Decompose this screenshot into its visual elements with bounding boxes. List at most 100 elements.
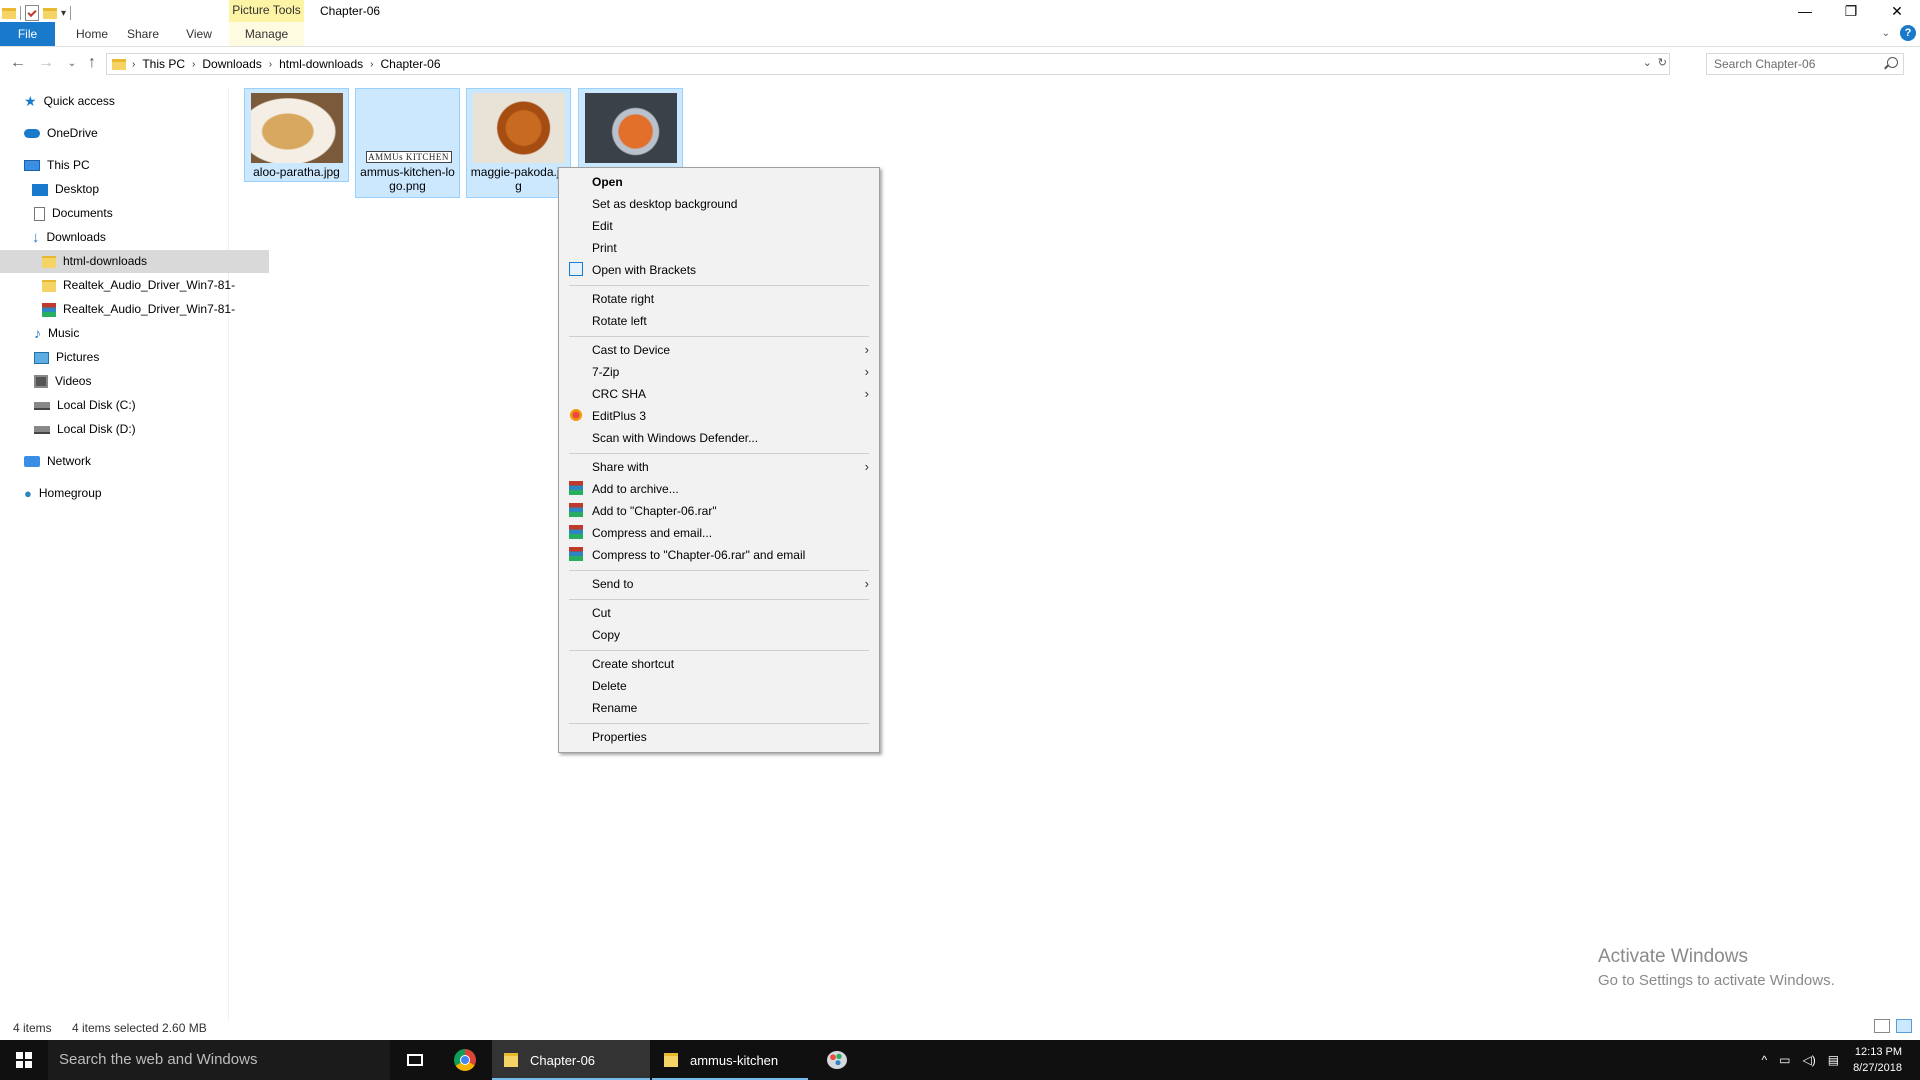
show-hidden-icons-chevron-icon[interactable]: ^	[1762, 1053, 1768, 1067]
breadcrumb-separator: ›	[192, 58, 196, 70]
menu-item-share-with[interactable]: Share with	[592, 456, 649, 478]
thumbnail-image: AMMUs KITCHEN	[361, 93, 454, 163]
menu-item-send-to[interactable]: Send to	[592, 573, 633, 595]
taskbar-search-input[interactable]: Search the web and Windows	[48, 1040, 390, 1080]
sidebar-item-local-disk-c[interactable]: Local Disk (C:)	[0, 394, 261, 417]
help-icon[interactable]: ?	[1900, 25, 1916, 41]
view-switcher	[1874, 1019, 1912, 1033]
menu-item-compress-rar-and-email[interactable]: Compress to "Chapter-06.rar" and email	[592, 544, 805, 566]
menu-item-open-with-brackets[interactable]: Open with Brackets	[592, 259, 696, 281]
menu-item-add-to-archive[interactable]: Add to archive...	[592, 478, 679, 500]
submenu-chevron-icon: ›	[864, 342, 869, 357]
close-button[interactable]: ✕	[1874, 0, 1920, 22]
expand-ribbon-chevron-icon[interactable]: ⌄	[1882, 28, 1890, 39]
tab-home[interactable]: Home	[66, 22, 118, 46]
tab-view[interactable]: View	[174, 22, 224, 46]
folder-icon	[2, 7, 16, 19]
up-arrow-icon[interactable]: ↑	[82, 54, 102, 72]
volume-icon[interactable]: ◁)	[1802, 1053, 1815, 1067]
file-item[interactable]: maggie-pakoda.jpg	[466, 88, 571, 198]
file-item[interactable]: aloo-paratha.jpg	[244, 88, 349, 182]
new-folder-icon[interactable]	[43, 7, 57, 19]
tab-file[interactable]: File	[0, 22, 55, 46]
menu-item-set-desktop-background[interactable]: Set as desktop background	[592, 193, 737, 215]
search-input[interactable]: Search Chapter-06	[1706, 53, 1904, 75]
task-view-button[interactable]	[400, 1040, 430, 1080]
taskbar-window-ammus-kitchen[interactable]: ammus-kitchen	[652, 1040, 808, 1080]
navigation-pane: ★ Quick access OneDrive This PC Desktop D…	[0, 88, 269, 1020]
taskbar-window-chapter-06[interactable]: Chapter-06	[492, 1040, 650, 1080]
tab-manage[interactable]: Manage	[229, 22, 304, 46]
menu-item-delete[interactable]: Delete	[592, 675, 627, 697]
minimize-button[interactable]: —	[1782, 0, 1828, 22]
chrome-taskbar-button[interactable]	[450, 1040, 480, 1080]
breadcrumb-downloads[interactable]: Downloads	[202, 57, 261, 71]
restore-button[interactable]: ❐	[1828, 0, 1874, 22]
winrar-icon	[569, 481, 583, 495]
file-item[interactable]: AMMUs KITCHEN ammus-kitchen-logo.png	[355, 88, 460, 198]
file-name: aloo-paratha.jpg	[253, 165, 340, 179]
sidebar-item-html-downloads[interactable]: html-downloads	[0, 250, 269, 273]
tab-share[interactable]: Share	[118, 22, 168, 46]
start-button[interactable]	[0, 1040, 48, 1080]
menu-item-copy[interactable]: Copy	[592, 624, 620, 646]
sidebar-item-realtek-folder[interactable]: Realtek_Audio_Driver_Win7-81-	[0, 274, 269, 297]
sidebar-item-label: Quick access	[43, 94, 115, 108]
menu-item-scan-defender[interactable]: Scan with Windows Defender...	[592, 427, 758, 449]
menu-item-create-shortcut[interactable]: Create shortcut	[592, 653, 674, 675]
customize-toolbar-chevron-icon[interactable]: ▾	[61, 8, 66, 19]
address-bar[interactable]: › This PC › Downloads › html-downloads ›…	[106, 53, 1670, 75]
menu-item-rotate-right[interactable]: Rotate right	[592, 288, 654, 310]
menu-separator	[569, 723, 869, 724]
menu-item-cast-to-device[interactable]: Cast to Device	[592, 339, 670, 361]
menu-item-cut[interactable]: Cut	[592, 602, 611, 624]
refresh-icon[interactable]: ↻	[1658, 56, 1667, 69]
sidebar-item-downloads[interactable]: ↓ Downloads	[0, 226, 259, 249]
paint-taskbar-button[interactable]	[822, 1040, 852, 1080]
back-arrow-icon[interactable]: ←	[8, 54, 28, 72]
large-icons-view-icon[interactable]	[1896, 1019, 1912, 1033]
sidebar-item-videos[interactable]: Videos	[0, 370, 261, 393]
sidebar-item-label: Realtek_Audio_Driver_Win7-81-	[63, 278, 236, 292]
sidebar-item-music[interactable]: ♪ Music	[0, 322, 261, 345]
sidebar-item-this-pc[interactable]: This PC	[0, 154, 251, 177]
breadcrumb-chapter-06[interactable]: Chapter-06	[380, 57, 440, 71]
sidebar-item-homegroup[interactable]: ● Homegroup	[0, 482, 251, 505]
folder-icon	[112, 58, 126, 70]
sidebar-item-network[interactable]: Network	[0, 450, 251, 473]
address-history-chevron-icon[interactable]: ⌄	[1643, 56, 1652, 69]
action-center-icon[interactable]: ▤	[1828, 1053, 1839, 1067]
breadcrumb-this-pc[interactable]: This PC	[142, 57, 185, 71]
sidebar-item-pictures[interactable]: Pictures	[0, 346, 261, 369]
sidebar-item-label: Network	[47, 454, 92, 468]
sidebar-item-documents[interactable]: Documents	[0, 202, 261, 225]
menu-item-compress-and-email[interactable]: Compress and email...	[592, 522, 712, 544]
menu-item-properties[interactable]: Properties	[592, 726, 647, 748]
sidebar-item-label: Pictures	[56, 350, 100, 364]
menu-item-print[interactable]: Print	[592, 237, 617, 259]
menu-item-7-zip[interactable]: 7-Zip	[592, 361, 619, 383]
sidebar-item-quick-access[interactable]: ★ Quick access	[0, 90, 251, 113]
menu-item-rename[interactable]: Rename	[592, 697, 637, 719]
breadcrumb-html-downloads[interactable]: html-downloads	[279, 57, 363, 71]
menu-item-add-to-rar[interactable]: Add to "Chapter-06.rar"	[592, 500, 717, 522]
menu-item-open[interactable]: Open	[592, 171, 623, 193]
sidebar-item-onedrive[interactable]: OneDrive	[0, 122, 251, 145]
recent-locations-chevron-icon[interactable]: ⌄	[62, 58, 82, 69]
details-view-icon[interactable]	[1874, 1019, 1890, 1033]
forward-arrow-icon[interactable]: →	[36, 54, 56, 72]
menu-item-crc-sha[interactable]: CRC SHA	[592, 383, 646, 405]
menu-separator	[569, 285, 869, 286]
paint-palette-icon	[827, 1051, 847, 1069]
sidebar-item-realtek-archive[interactable]: Realtek_Audio_Driver_Win7-81-	[0, 298, 269, 321]
file-item[interactable]	[578, 88, 683, 168]
menu-item-edit[interactable]: Edit	[592, 215, 613, 237]
clock[interactable]: 12:13 PM 8/27/2018	[1853, 1044, 1902, 1076]
network-tray-icon[interactable]: ▭	[1779, 1053, 1790, 1067]
sidebar-item-desktop[interactable]: Desktop	[0, 178, 259, 201]
sidebar-item-local-disk-d[interactable]: Local Disk (D:)	[0, 418, 261, 441]
menu-item-rotate-left[interactable]: Rotate left	[592, 310, 647, 332]
computer-icon	[24, 160, 40, 172]
menu-item-editplus[interactable]: EditPlus 3	[592, 405, 646, 427]
properties-icon[interactable]	[25, 5, 39, 21]
